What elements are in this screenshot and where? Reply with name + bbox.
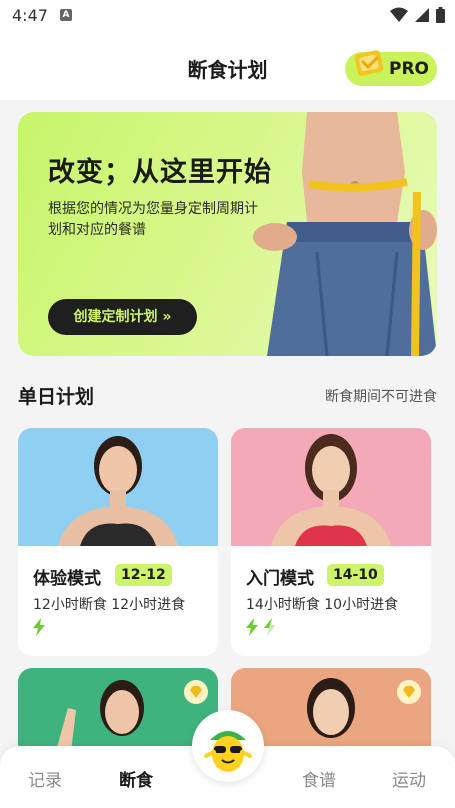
plan-card-trial[interactable]: 体验模式 12-12 12小时断食 12小时进食 xyxy=(18,428,218,656)
plan-card-premium-1[interactable] xyxy=(18,668,218,758)
waist-measure-illustration xyxy=(253,112,437,356)
promo-banner[interactable]: 改变；从这里开始 根据您的情况为您量身定制周期计划和对应的餐谱 创建定制计划 » xyxy=(18,112,437,356)
premium-diamond-icon xyxy=(184,680,208,704)
battery-icon xyxy=(436,7,445,23)
plan-photo xyxy=(18,428,218,546)
status-time: 4:47 xyxy=(12,6,48,25)
plan-name: 体验模式 xyxy=(33,569,101,589)
intensity-indicator xyxy=(245,618,277,636)
mascot-icon xyxy=(204,731,252,772)
plan-badge: 14-10 xyxy=(327,564,384,586)
banner-title: 改变；从这里开始 xyxy=(48,157,272,188)
pro-button[interactable]: PRO xyxy=(345,50,437,86)
crown-icon xyxy=(354,50,384,76)
signal-icon xyxy=(415,8,429,22)
plan-card-beginner[interactable]: 入门模式 14-10 14小时断食 10小时进食 xyxy=(231,428,431,656)
lightning-icon xyxy=(33,618,45,636)
tab-exercise[interactable]: 运动 xyxy=(374,766,444,791)
app-header: 断食计划 PRO xyxy=(0,34,455,100)
wifi-icon xyxy=(390,7,408,22)
section-title: 单日计划 xyxy=(18,386,95,408)
mascot-button[interactable] xyxy=(192,710,264,782)
status-bar: 4:47 A xyxy=(0,0,455,34)
status-icons xyxy=(390,7,445,23)
plan-detail: 14小时断食 10小时进食 xyxy=(246,597,399,613)
plan-photo xyxy=(231,428,431,546)
plan-detail: 12小时断食 12小时进食 xyxy=(33,597,186,613)
create-plan-button[interactable]: 创建定制计划 » xyxy=(48,299,197,335)
premium-diamond-icon xyxy=(397,680,421,704)
intensity-indicator xyxy=(32,618,46,636)
plan-name: 入门模式 xyxy=(246,569,314,589)
tab-record[interactable]: 记录 xyxy=(10,766,80,791)
tab-fasting[interactable]: 断食 xyxy=(101,766,171,791)
pro-label: PRO xyxy=(389,59,430,79)
section-note: 断食期间不可进食 xyxy=(325,389,437,405)
plan-badge: 12-12 xyxy=(115,564,172,586)
notification-icon: A xyxy=(60,9,72,21)
lightning-icon xyxy=(246,618,258,636)
lightning-half-icon xyxy=(264,618,276,636)
tab-recipes[interactable]: 食谱 xyxy=(284,766,354,791)
banner-description: 根据您的情况为您量身定制周期计划和对应的餐谱 xyxy=(48,201,258,238)
